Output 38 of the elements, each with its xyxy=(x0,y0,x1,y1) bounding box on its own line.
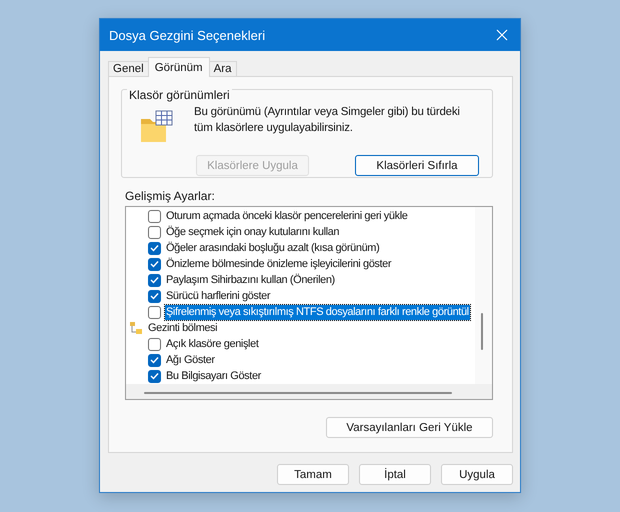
option-label[interactable]: Önizleme bölmesinde önizleme işleyicilerini göster xyxy=(165,256,392,272)
checkbox[interactable] xyxy=(148,370,161,382)
description-text: Bu görünümü (Ayrıntılar veya Simgeler gibi) bu türdeki tüm klasörlere uygulayabilirsiniz. xyxy=(194,105,461,136)
checkbox[interactable] xyxy=(148,306,161,318)
checkbox[interactable] xyxy=(148,338,161,350)
tab[interactable]: Genel xyxy=(108,61,149,77)
option-label[interactable]: Sürücü harflerini göster xyxy=(165,288,272,304)
checkbox[interactable] xyxy=(148,290,161,302)
dialog-button[interactable]: Uygula xyxy=(441,464,513,485)
scrollbar-thumb[interactable] xyxy=(481,313,483,350)
close-button[interactable] xyxy=(494,27,510,43)
tree-item-label[interactable]: Gezinti bölmesi xyxy=(147,320,218,336)
folder-icon xyxy=(140,110,174,144)
restore-defaults-button[interactable]: Varsayılanları Geri Yükle xyxy=(326,417,493,438)
option-label[interactable]: Öğe seçmek için onay kutularını kullan xyxy=(165,224,340,240)
option-label[interactable]: Şifrelenmiş veya sıkıştırılmış NTFS dosyalarını farklı renkle görüntül xyxy=(165,304,470,320)
checkbox[interactable] xyxy=(148,226,161,238)
checkbox[interactable] xyxy=(148,274,161,286)
dialog-button[interactable]: İptal xyxy=(359,464,431,485)
folder-view-button[interactable]: Klasörleri Sıfırla xyxy=(355,155,479,176)
option-label[interactable]: Bu Bilgisayarı Göster xyxy=(165,368,262,384)
option-label[interactable]: Ağı Göster xyxy=(165,352,216,368)
tab[interactable]: Ara xyxy=(208,61,237,77)
option-label[interactable]: Oturum açmada önceki klasör pencerelerini geri yükle xyxy=(165,208,408,224)
checkbox[interactable] xyxy=(148,242,161,254)
option-label[interactable]: Açık klasöre genişlet xyxy=(165,336,260,352)
window-title: Dosya Gezgini Seçenekleri xyxy=(109,28,266,42)
scrollbar-thumb[interactable] xyxy=(144,392,452,394)
checkbox[interactable] xyxy=(148,210,161,222)
dialog-button[interactable]: Tamam xyxy=(277,464,349,485)
checkbox[interactable] xyxy=(148,258,161,270)
option-label[interactable]: Paylaşım Sihirbazını kullan (Önerilen) xyxy=(165,272,336,288)
folder-tree-icon xyxy=(129,321,143,335)
advanced-settings-label: Gelişmiş Ayarlar: xyxy=(125,190,216,203)
option-label[interactable]: Öğeler arasındaki boşluğu azalt (kısa görünüm) xyxy=(165,240,380,256)
tab[interactable]: Görünüm xyxy=(148,57,210,77)
group-legend: Klasör görünümleri xyxy=(127,89,232,102)
checkbox[interactable] xyxy=(148,354,161,366)
